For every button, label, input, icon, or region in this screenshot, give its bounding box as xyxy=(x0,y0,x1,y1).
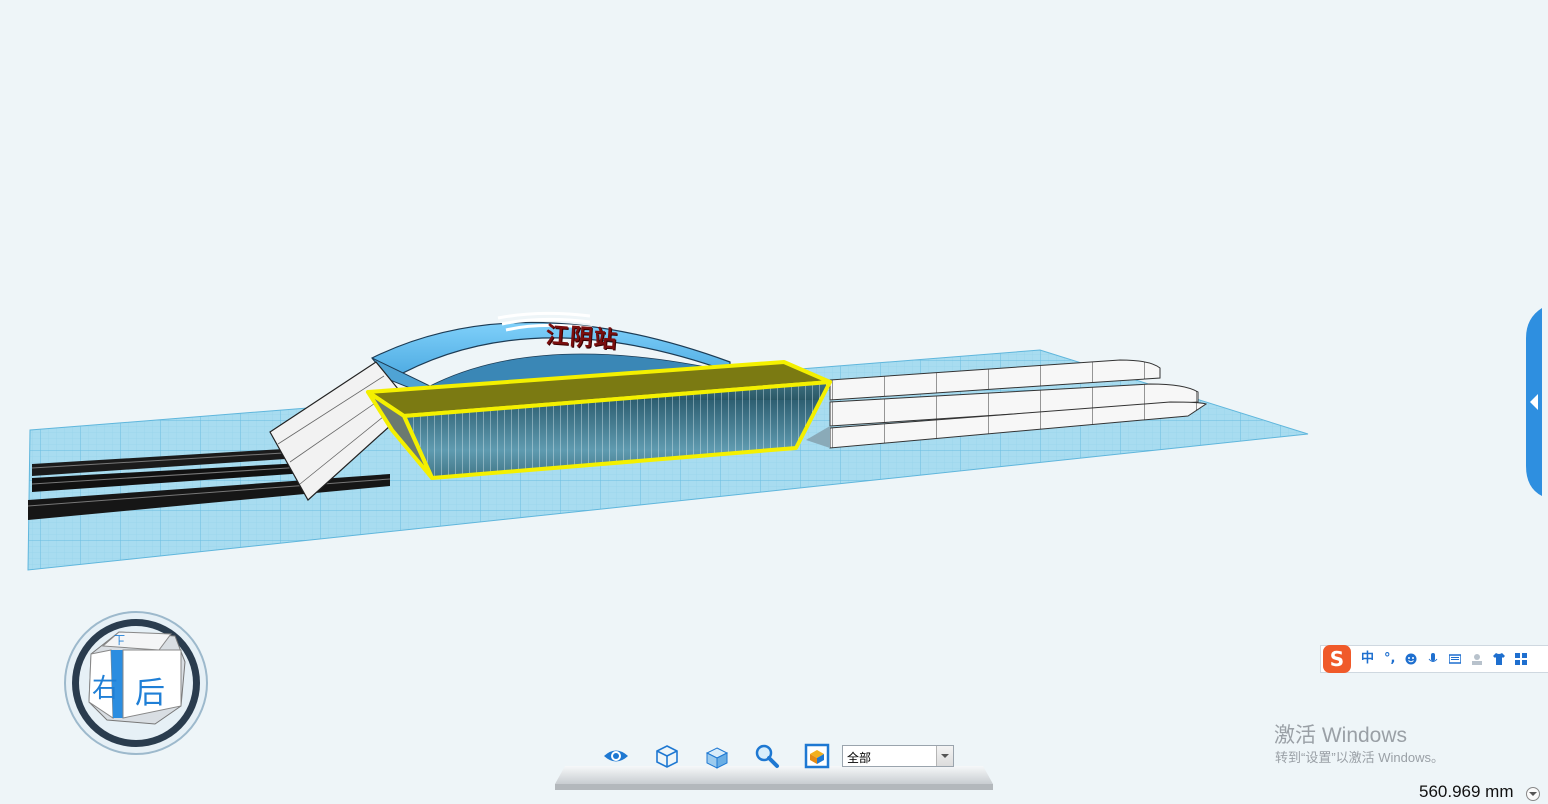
scene-canvas[interactable] xyxy=(0,0,1548,804)
ime-toolbar[interactable]: S 中 °, xyxy=(1320,645,1548,673)
solid-cube-icon[interactable] xyxy=(703,742,731,770)
fit-view-icon[interactable] xyxy=(803,742,831,770)
microphone-icon[interactable] xyxy=(1427,653,1439,665)
ime-mode-toggle[interactable]: 中 xyxy=(1361,652,1374,666)
cube-label-back[interactable]: 后 xyxy=(135,668,165,712)
visibility-filter-value: 全部 xyxy=(847,751,872,765)
chevron-down-icon[interactable] xyxy=(936,746,953,766)
toolbox-grid-icon[interactable] xyxy=(1515,653,1528,665)
ime-punct-toggle[interactable]: °, xyxy=(1384,652,1395,666)
wireframe-cube-icon[interactable] xyxy=(653,742,681,770)
cube-label-right[interactable]: 右 xyxy=(92,668,118,705)
station-name-sign: 江阴站 xyxy=(544,321,619,354)
units-dropdown-button[interactable] xyxy=(1526,787,1540,801)
measurement-readout: 560.969 mm xyxy=(1419,782,1514,801)
3d-viewport[interactable]: 江阴站 xyxy=(0,0,1548,804)
eye-icon[interactable] xyxy=(602,742,630,770)
toolbar-shelf xyxy=(555,766,993,790)
zoom-icon[interactable] xyxy=(753,742,781,770)
keyboard-icon[interactable] xyxy=(1449,653,1462,665)
sogou-logo-icon[interactable]: S xyxy=(1323,645,1351,673)
cube-label-top[interactable]: 上 xyxy=(114,632,125,648)
activation-watermark-title: 激活 Windows xyxy=(1274,724,1408,747)
emoji-icon[interactable] xyxy=(1405,653,1417,665)
visibility-filter-select[interactable]: 全部 xyxy=(842,745,954,767)
side-panel-toggle[interactable] xyxy=(1524,308,1542,496)
user-icon[interactable] xyxy=(1471,653,1483,665)
activation-watermark-hint: 转到“设置”以激活 Windows。 xyxy=(1275,750,1445,765)
skin-shirt-icon[interactable] xyxy=(1493,653,1506,665)
